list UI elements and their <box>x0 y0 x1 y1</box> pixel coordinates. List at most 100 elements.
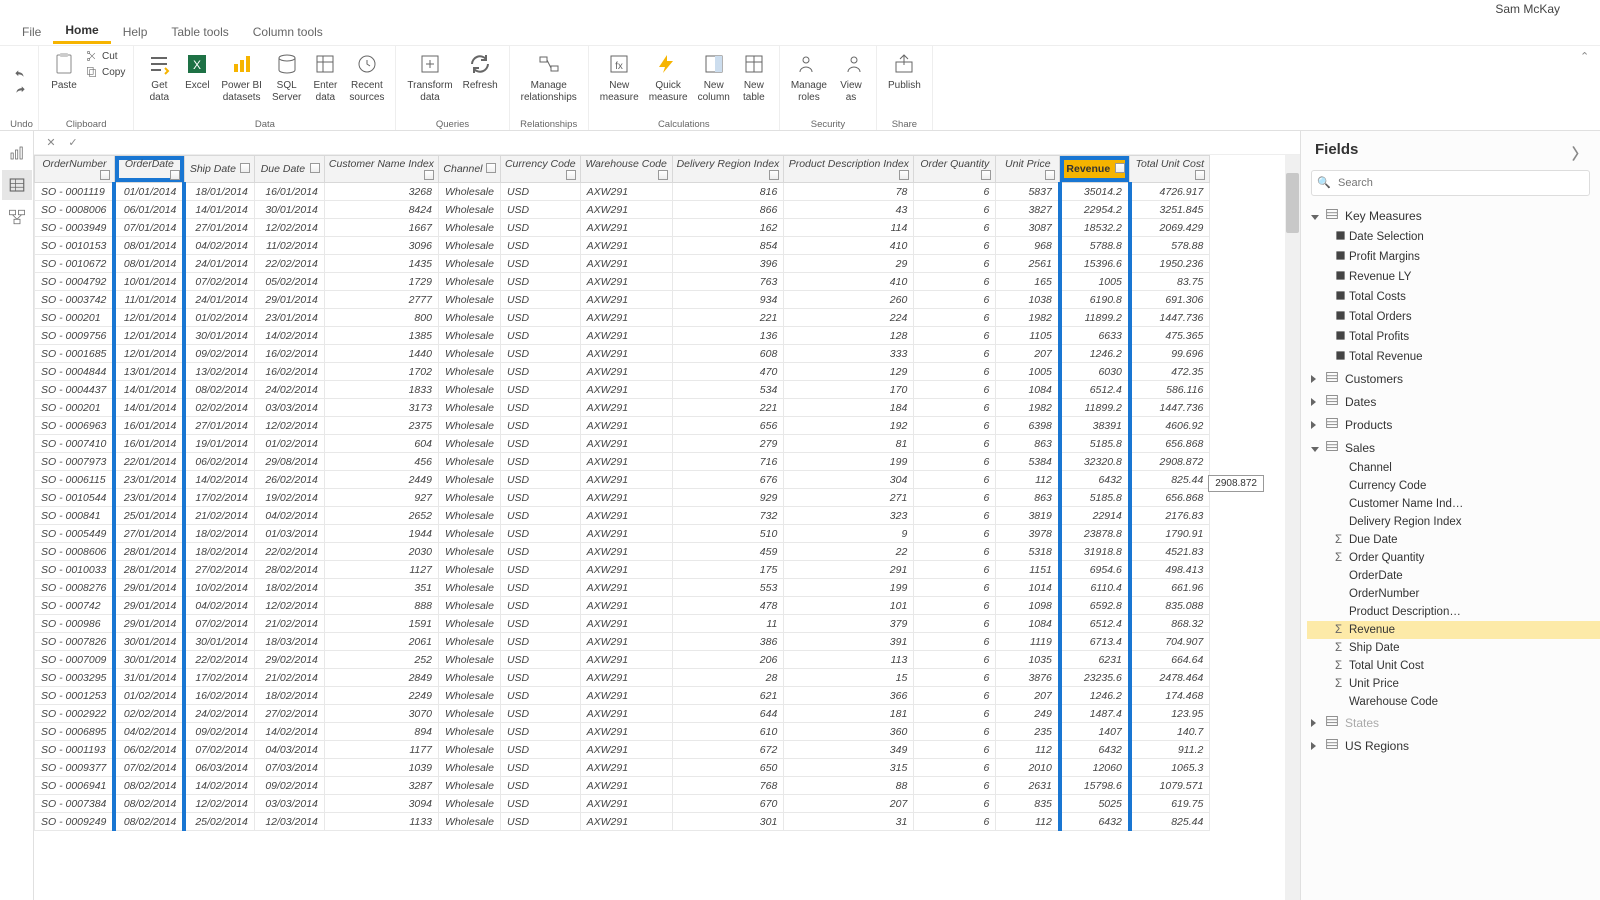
filter-dropdown-icon[interactable] <box>769 170 779 180</box>
menu-tab-table-tools[interactable]: Table tools <box>159 21 240 43</box>
table-row[interactable]: SO - 000924908/02/201425/02/201412/03/20… <box>35 813 1210 831</box>
table-row[interactable]: SO - 001067208/01/201424/01/201422/02/20… <box>35 255 1210 273</box>
table-row[interactable]: SO - 000975612/01/201430/01/201414/02/20… <box>35 327 1210 345</box>
table-sales[interactable]: Sales <box>1307 436 1600 459</box>
table-us-regions[interactable]: US Regions <box>1307 734 1600 757</box>
field-total-orders[interactable]: Total Orders <box>1307 307 1600 327</box>
col-header-due-date[interactable]: Due Date <box>254 156 324 183</box>
table-row[interactable]: SO - 000827629/01/201410/02/201418/02/20… <box>35 579 1210 597</box>
sql-button[interactable]: SQL Server <box>267 48 306 106</box>
cancel-formula-button[interactable]: ✕ <box>40 134 62 152</box>
recent-button[interactable]: Recent sources <box>344 48 389 106</box>
table-row[interactable]: SO - 000937707/02/201406/03/201407/03/20… <box>35 759 1210 777</box>
filter-dropdown-icon[interactable] <box>899 170 909 180</box>
col-header-total-unit-cost[interactable]: Total Unit Cost <box>1130 156 1210 183</box>
model-view-button[interactable] <box>2 202 32 232</box>
filter-dropdown-icon[interactable] <box>981 170 991 180</box>
report-view-button[interactable] <box>2 138 32 168</box>
vertical-scrollbar[interactable] <box>1285 155 1300 900</box>
filter-dropdown-icon[interactable] <box>1115 163 1125 173</box>
table-row[interactable]: SO - 000611523/01/201414/02/201426/02/20… <box>35 471 1210 489</box>
col-header-revenue[interactable]: Revenue <box>1060 156 1130 183</box>
table-row[interactable]: SO - 00098629/01/201407/02/201421/02/201… <box>35 615 1210 633</box>
data-view-button[interactable] <box>2 170 32 200</box>
table-row[interactable]: SO - 000125301/02/201416/02/201418/02/20… <box>35 687 1210 705</box>
field-total-costs[interactable]: Total Costs <box>1307 287 1600 307</box>
table-row[interactable]: SO - 000292202/02/201424/02/201427/02/20… <box>35 705 1210 723</box>
field-channel[interactable]: Channel <box>1307 459 1600 477</box>
table-customers[interactable]: Customers <box>1307 367 1600 390</box>
field-due-date[interactable]: ΣDue Date <box>1307 531 1600 549</box>
field-ordernumber[interactable]: OrderNumber <box>1307 585 1600 603</box>
field-currency-code[interactable]: Currency Code <box>1307 477 1600 495</box>
table-row[interactable]: SO - 000484413/01/201413/02/201416/02/20… <box>35 363 1210 381</box>
field-total-profits[interactable]: Total Profits <box>1307 327 1600 347</box>
enter-button[interactable]: Enter data <box>306 48 344 106</box>
filter-dropdown-icon[interactable] <box>566 170 576 180</box>
copy-button[interactable]: Copy <box>83 64 127 80</box>
table-products[interactable]: Products <box>1307 413 1600 436</box>
field-order-quantity[interactable]: ΣOrder Quantity <box>1307 549 1600 567</box>
field-product-description-[interactable]: Product Description… <box>1307 603 1600 621</box>
pbids-button[interactable]: Power BI datasets <box>216 48 267 106</box>
fields-collapse-icon[interactable]: 〉 <box>1572 143 1586 157</box>
table-row[interactable]: SO - 00020112/01/201401/02/201423/01/201… <box>35 309 1210 327</box>
excel-button[interactable]: XExcel <box>178 48 216 94</box>
table-key-measures[interactable]: Key Measures <box>1307 204 1600 227</box>
field-profit-margins[interactable]: Profit Margins <box>1307 247 1600 267</box>
col-header-warehouse-code[interactable]: Warehouse Code <box>580 156 672 183</box>
menu-tab-help[interactable]: Help <box>111 21 160 43</box>
col-header-ship-date[interactable]: Ship Date <box>184 156 254 183</box>
field-orderdate[interactable]: OrderDate <box>1307 567 1600 585</box>
filter-dropdown-icon[interactable] <box>1045 170 1055 180</box>
va-button[interactable]: View as <box>832 48 870 106</box>
qm-button[interactable]: Quick measure <box>644 48 693 106</box>
refresh-button[interactable]: Refresh <box>458 48 503 94</box>
field-ship-date[interactable]: ΣShip Date <box>1307 639 1600 657</box>
table-states[interactable]: States <box>1307 711 1600 734</box>
table-row[interactable]: SO - 000479210/01/201407/02/201405/02/20… <box>35 273 1210 291</box>
field-customer-name-ind-[interactable]: Customer Name Ind… <box>1307 495 1600 513</box>
table-row[interactable]: SO - 000111901/01/201418/01/201416/01/20… <box>35 183 1210 201</box>
table-row[interactable]: SO - 000119306/02/201407/02/201404/03/20… <box>35 741 1210 759</box>
table-row[interactable]: SO - 000797322/01/201406/02/201429/08/20… <box>35 453 1210 471</box>
filter-dropdown-icon[interactable] <box>310 163 320 173</box>
manage-button[interactable]: Manage relationships <box>516 48 582 106</box>
table-row[interactable]: SO - 000860628/01/201418/02/201422/02/20… <box>35 543 1210 561</box>
table-row[interactable]: SO - 001054423/01/201417/02/201419/02/20… <box>35 489 1210 507</box>
menu-tab-column-tools[interactable]: Column tools <box>241 21 335 43</box>
redo-button[interactable] <box>11 83 32 99</box>
table-row[interactable]: SO - 000374211/01/201424/01/201429/01/20… <box>35 291 1210 309</box>
field-warehouse-code[interactable]: Warehouse Code <box>1307 693 1600 711</box>
nc-button[interactable]: New column <box>693 48 735 106</box>
collapse-ribbon-icon[interactable]: ⌃ <box>1580 50 1589 63</box>
paste-button[interactable]: Paste <box>45 48 83 94</box>
col-header-ordernumber[interactable]: OrderNumber <box>35 156 115 183</box>
col-header-currency-code[interactable]: Currency Code <box>500 156 580 183</box>
table-row[interactable]: SO - 000329531/01/201417/02/201421/02/20… <box>35 669 1210 687</box>
table-row[interactable]: SO - 000168512/01/201409/02/201416/02/20… <box>35 345 1210 363</box>
field-date-selection[interactable]: Date Selection <box>1307 227 1600 247</box>
table-row[interactable]: SO - 000741016/01/201419/01/201401/02/20… <box>35 435 1210 453</box>
menu-tab-home[interactable]: Home <box>53 19 110 44</box>
col-header-unit-price[interactable]: Unit Price <box>996 156 1060 183</box>
col-header-customer-name-index[interactable]: Customer Name Index <box>324 156 438 183</box>
table-row[interactable]: SO - 001015308/01/201404/02/201411/02/20… <box>35 237 1210 255</box>
get-button[interactable]: Get data <box>140 48 178 106</box>
table-row[interactable]: SO - 000694108/02/201414/02/201409/02/20… <box>35 777 1210 795</box>
col-header-product-description-index[interactable]: Product Description Index <box>784 156 914 183</box>
nm-button[interactable]: fxNew measure <box>595 48 644 106</box>
fields-search[interactable]: 🔍 <box>1311 170 1590 196</box>
table-row[interactable]: SO - 00084125/01/201421/02/201404/02/201… <box>35 507 1210 525</box>
field-total-unit-cost[interactable]: ΣTotal Unit Cost <box>1307 657 1600 675</box>
field-total-revenue[interactable]: Total Revenue <box>1307 347 1600 367</box>
search-input[interactable] <box>1311 170 1590 196</box>
table-row[interactable]: SO - 00020114/01/201402/02/201403/03/201… <box>35 399 1210 417</box>
table-row[interactable]: SO - 000394907/01/201427/01/201412/02/20… <box>35 219 1210 237</box>
filter-dropdown-icon[interactable] <box>658 170 668 180</box>
table-row[interactable]: SO - 000800606/01/201414/01/201430/01/20… <box>35 201 1210 219</box>
col-header-channel[interactable]: Channel <box>438 156 500 183</box>
field-unit-price[interactable]: ΣUnit Price <box>1307 675 1600 693</box>
commit-formula-button[interactable]: ✓ <box>62 134 84 152</box>
nt-button[interactable]: New table <box>735 48 773 106</box>
